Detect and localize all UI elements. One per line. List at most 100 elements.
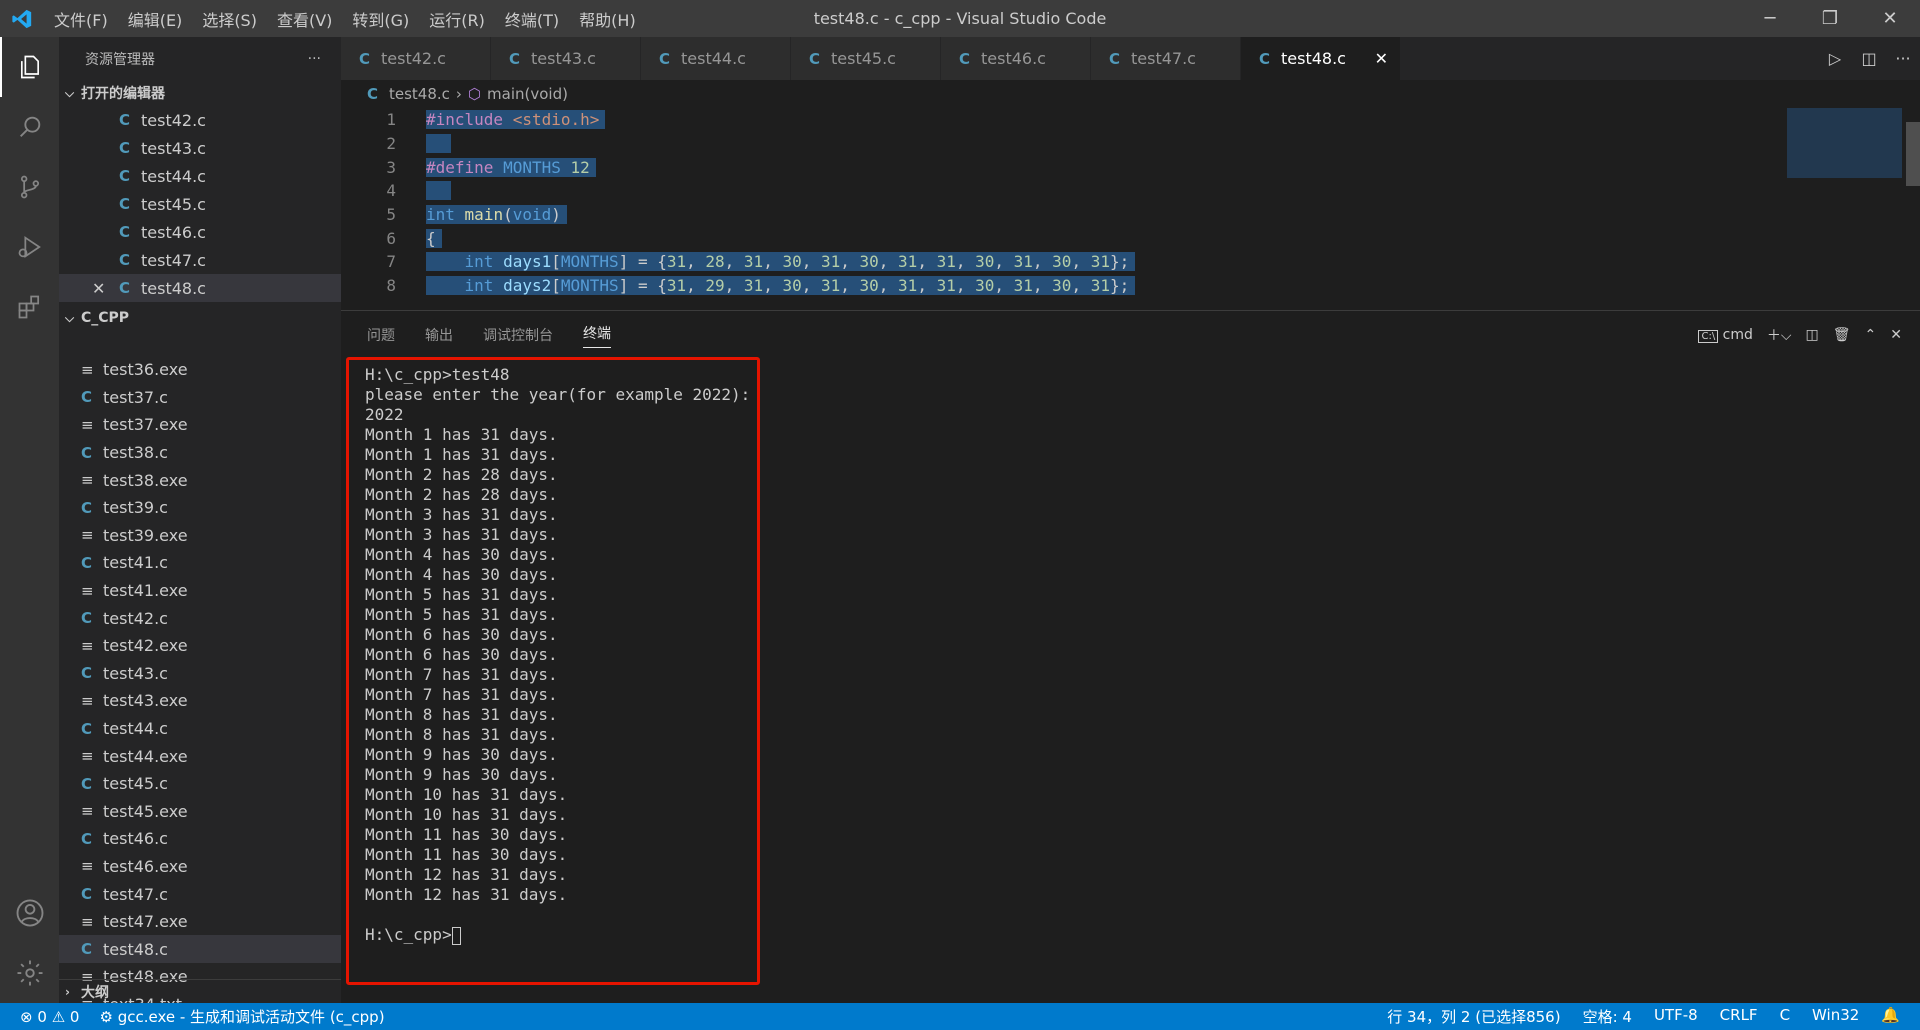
accounts-icon[interactable]	[0, 883, 59, 943]
indentation[interactable]: 空格: 4	[1583, 1006, 1632, 1027]
extensions-icon[interactable]	[0, 277, 59, 337]
search-icon[interactable]	[0, 97, 59, 157]
language-mode[interactable]: C	[1780, 1006, 1790, 1027]
restore-icon[interactable]: ❐	[1800, 0, 1860, 37]
c-file-icon: C	[119, 139, 131, 157]
folder-section[interactable]: ⌵ C_CPP	[59, 305, 341, 331]
file-tree-item[interactable]: ≡ test39.exe	[59, 522, 341, 550]
open-editors-section[interactable]: ⌵ 打开的编辑器	[59, 80, 341, 106]
maximize-panel-icon[interactable]: ⌃	[1865, 327, 1877, 343]
file-tree-item[interactable]: ≡ test38.exe	[59, 466, 341, 494]
file-tree-item[interactable]: ≡ test44.exe	[59, 742, 341, 770]
close-editor-icon[interactable]: ✕	[92, 279, 105, 298]
tab-test47[interactable]: Ctest47.c	[1091, 37, 1241, 80]
explorer-icon[interactable]	[0, 37, 59, 97]
tab-problems[interactable]: 问题	[367, 325, 395, 345]
outline-section[interactable]: › 大纲	[59, 979, 341, 1003]
file-tree-item[interactable]: Ctest43.c	[59, 660, 341, 688]
run-file-icon[interactable]: ▷	[1818, 49, 1852, 68]
problems-status[interactable]: ⊗ 0 ⚠ 0	[20, 1008, 79, 1026]
tab-test44[interactable]: Ctest44.c	[641, 37, 791, 80]
terminal-line: Month 1 has 31 days.	[365, 445, 558, 464]
menu-go[interactable]: 转到(G)	[342, 7, 419, 31]
file-tree-item[interactable]: Ctest45.c	[59, 770, 341, 798]
menu-selection[interactable]: 选择(S)	[192, 7, 267, 31]
open-editor-item-active[interactable]: ✕ Ctest48.c	[59, 274, 341, 302]
open-editor-item[interactable]: Ctest43.c	[59, 134, 341, 162]
minimize-icon[interactable]: ─	[1740, 0, 1800, 37]
platform[interactable]: Win32	[1812, 1006, 1859, 1027]
more-actions-icon[interactable]: ···	[308, 51, 321, 67]
tab-output[interactable]: 输出	[425, 325, 453, 345]
breadcrumb-file[interactable]: test48.c	[389, 85, 450, 103]
open-editor-label: test48.c	[141, 278, 206, 298]
file-tree-item[interactable]: ≡ test45.exe	[59, 798, 341, 826]
file-tree-item[interactable]: ≡ test37.exe	[59, 411, 341, 439]
file-tree-item[interactable]: ≡ test46.exe	[59, 853, 341, 881]
split-editor-icon[interactable]: ◫	[1852, 49, 1886, 68]
new-terminal-icon[interactable]: ＋⌵	[1767, 325, 1792, 345]
close-panel-icon[interactable]: ✕	[1890, 327, 1902, 343]
menu-help[interactable]: 帮助(H)	[569, 7, 646, 31]
file-tree-item[interactable]: ≡ test42.exe	[59, 632, 341, 660]
open-editor-item[interactable]: Ctest44.c	[59, 162, 341, 190]
symbol-method-icon: ⬡	[467, 85, 482, 103]
open-editor-item[interactable]: Ctest45.c	[59, 190, 341, 218]
line-number: 6	[386, 228, 396, 248]
file-tree-item[interactable]: Ctest41.c	[59, 549, 341, 577]
open-editor-item[interactable]: Ctest46.c	[59, 218, 341, 246]
tab-terminal[interactable]: 终端	[583, 323, 611, 348]
chevron-right-icon: ›	[455, 85, 462, 103]
line-number: 7	[386, 252, 396, 272]
file-tree-item[interactable]: ≡ test47.exe	[59, 908, 341, 936]
close-tab-icon[interactable]: ✕	[1375, 49, 1388, 68]
file-tree-item[interactable]: ≡ test41.exe	[59, 577, 341, 605]
more-actions-icon[interactable]: ···	[1886, 49, 1920, 68]
notification-bell-icon[interactable]: 🔔	[1881, 1006, 1900, 1027]
open-editor-item[interactable]: Ctest47.c	[59, 246, 341, 274]
menu-file[interactable]: 文件(F)	[44, 7, 118, 31]
open-editor-item[interactable]: Ctest42.c	[59, 106, 341, 134]
terminal-output[interactable]: H:\c_cpp>test48 please enter the year(for…	[341, 357, 1920, 995]
cursor-position[interactable]: 行 34，列 2 (已选择856)	[1387, 1006, 1560, 1027]
split-terminal-icon[interactable]: ◫	[1806, 327, 1819, 343]
file-tree-item[interactable]: Ctest46.c	[59, 825, 341, 853]
tab-test43[interactable]: Ctest43.c	[491, 37, 641, 80]
end-of-line[interactable]: CRLF	[1720, 1006, 1758, 1027]
source-control-icon[interactable]	[0, 157, 59, 217]
c-file-icon: C	[119, 279, 131, 297]
tab-label: test42.c	[381, 49, 446, 68]
code-editor[interactable]: 1 #include <stdio.h> 2 3 #define MONTHS 12…	[341, 108, 1920, 310]
breadcrumb-symbol[interactable]: main(void)	[487, 85, 568, 103]
file-tree-item[interactable]: ≡ test43.exe	[59, 687, 341, 715]
menu-edit[interactable]: 编辑(E)	[118, 7, 193, 31]
minimap[interactable]	[1787, 108, 1902, 178]
file-lines-icon: ≡	[81, 912, 94, 931]
menu-run[interactable]: 运行(R)	[419, 7, 495, 31]
tab-test42[interactable]: Ctest42.c	[341, 37, 491, 80]
file-tree-item[interactable]: Ctest39.c	[59, 494, 341, 522]
tab-debug-console[interactable]: 调试控制台	[483, 325, 553, 345]
file-tree-item[interactable]: Ctest44.c	[59, 715, 341, 743]
file-tree-item[interactable]: Ctest42.c	[59, 604, 341, 632]
file-tree-item[interactable]: Ctest37.c	[59, 384, 341, 412]
close-window-icon[interactable]: ✕	[1860, 0, 1920, 37]
file-tree-item[interactable]: Ctest47.c	[59, 880, 341, 908]
task-status[interactable]: ⚙ gcc.exe - 生成和调试活动文件 (c_cpp)	[99, 1006, 384, 1027]
trash-icon[interactable]: 🗑	[1833, 327, 1851, 343]
settings-gear-icon[interactable]	[0, 943, 59, 1003]
tab-test45[interactable]: Ctest45.c	[791, 37, 941, 80]
tab-test48[interactable]: Ctest48.c ✕	[1241, 37, 1401, 80]
tab-test46[interactable]: Ctest46.c	[941, 37, 1091, 80]
file-tree-item[interactable]: Ctest38.c	[59, 439, 341, 467]
file-tree-item[interactable]: ≡ test36.exe	[59, 356, 341, 384]
terminal-shell-selector[interactable]: C:\ cmd	[1698, 327, 1753, 343]
encoding[interactable]: UTF-8	[1654, 1006, 1698, 1027]
explorer-sidebar: 资源管理器 ··· ⌵ 打开的编辑器 Ctest42.c Ctest43.c C…	[59, 37, 341, 1006]
menu-view[interactable]: 查看(V)	[267, 7, 342, 31]
menu-terminal[interactable]: 终端(T)	[495, 7, 569, 31]
file-tree-item[interactable]: Ctest48.c	[59, 935, 341, 964]
c-file-icon: C	[81, 774, 93, 793]
editor-scrollbar[interactable]	[1906, 122, 1920, 186]
run-debug-icon[interactable]	[0, 217, 59, 277]
